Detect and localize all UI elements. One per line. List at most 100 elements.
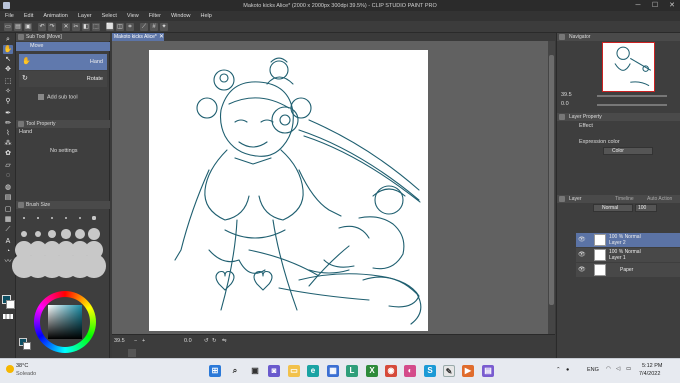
menu-filter[interactable]: Filter xyxy=(144,13,166,19)
operation-tool-icon[interactable]: ↖ xyxy=(3,55,13,64)
app-l-icon[interactable]: L xyxy=(346,365,358,377)
menu-file[interactable]: File xyxy=(0,13,19,19)
save-icon[interactable]: ▣ xyxy=(24,23,32,31)
navigator-angle-value[interactable]: 0.0 xyxy=(561,101,569,107)
blend-mode-dropdown[interactable]: Normal xyxy=(593,204,633,212)
subtool-rotate[interactable]: ↻ Rotate xyxy=(19,71,107,87)
ruler-tool-icon[interactable]: ⟋ xyxy=(3,225,13,234)
new-file-icon[interactable]: ▭ xyxy=(4,23,12,31)
color-sub-small[interactable] xyxy=(23,342,31,350)
selection-tool-icon[interactable]: ⬚ xyxy=(3,77,13,86)
volume-icon[interactable]: ◁ xyxy=(616,366,620,372)
airbrush-tool-icon[interactable]: ⁂ xyxy=(3,139,13,148)
blend-tool-icon[interactable]: ◌ xyxy=(3,171,13,180)
undo-icon[interactable]: ↶ xyxy=(38,23,46,31)
move-tool-icon[interactable]: ✋ xyxy=(3,45,13,54)
timeline-tab[interactable]: Timeline xyxy=(615,195,634,203)
vertical-scroll-thumb[interactable] xyxy=(549,55,554,305)
brush-size-preset[interactable] xyxy=(64,216,68,220)
color-wheel[interactable] xyxy=(34,291,96,353)
subtool-group-move[interactable]: Move xyxy=(16,42,110,51)
menu-window[interactable]: Window xyxy=(166,13,196,19)
expression-color-dropdown[interactable]: Color xyxy=(603,147,653,155)
fill-icon[interactable]: ◧ xyxy=(82,23,90,31)
invert-selection-icon[interactable]: ◫ xyxy=(116,23,124,31)
brush-size-preset[interactable] xyxy=(74,228,86,240)
redo-icon[interactable]: ↷ xyxy=(48,23,56,31)
photos-icon[interactable]: ◐ xyxy=(404,365,416,377)
rotate-right-icon[interactable]: ↻ xyxy=(212,338,217,344)
pencil-tool-icon[interactable]: ✏ xyxy=(3,119,13,128)
clear-icon[interactable]: ✕ xyxy=(62,23,70,31)
paint-icon[interactable]: ▤ xyxy=(482,365,494,377)
zoom-value[interactable]: 39.5 xyxy=(114,338,125,344)
gradient-tool-icon[interactable]: ▤ xyxy=(3,193,13,202)
auto-select-tool-icon[interactable]: ✧ xyxy=(3,87,13,96)
brush-size-preset[interactable] xyxy=(37,217,39,219)
clip-studio-icon[interactable]: ✎ xyxy=(443,365,455,377)
sub-color-chip[interactable] xyxy=(6,300,15,309)
store-icon[interactable]: ▦ xyxy=(327,365,339,377)
navigator-zoom-slider[interactable] xyxy=(597,95,667,97)
tray-chevron-icon[interactable]: ⌃ xyxy=(556,367,561,373)
rotate-left-icon[interactable]: ↺ xyxy=(204,338,209,344)
zoom-tool-icon[interactable]: ⌕ xyxy=(3,35,13,44)
brush-size-preset[interactable] xyxy=(21,231,27,237)
clock-time[interactable]: 5:12 PM xyxy=(642,363,662,369)
search-icon[interactable]: ⌕ xyxy=(229,365,241,377)
transform-icon[interactable]: ⬚ xyxy=(92,23,100,31)
brush-size-preset[interactable] xyxy=(34,230,42,238)
snap-grid-icon[interactable]: # xyxy=(150,23,158,31)
decoration-tool-icon[interactable]: ✿ xyxy=(3,149,13,158)
menu-select[interactable]: Select xyxy=(97,13,122,19)
saturation-value-square[interactable] xyxy=(48,305,82,339)
brush-size-preset[interactable] xyxy=(61,229,71,239)
visibility-eye-icon[interactable]: 👁 xyxy=(578,236,586,243)
chrome-icon[interactable]: ◉ xyxy=(385,365,397,377)
visibility-eye-icon[interactable]: 👁 xyxy=(578,251,586,258)
layer-row[interactable]: 👁 100 % Normal Layer 1 xyxy=(576,248,680,262)
menu-view[interactable]: View xyxy=(122,13,144,19)
menu-help[interactable]: Help xyxy=(196,13,217,19)
menu-edit[interactable]: Edit xyxy=(19,13,38,19)
brush-tool-icon[interactable]: ⌇ xyxy=(3,129,13,138)
add-subtool-button[interactable]: Add sub tool xyxy=(38,94,78,100)
cut-icon[interactable]: ✂ xyxy=(72,23,80,31)
skype-icon[interactable]: S xyxy=(424,365,436,377)
snap-ruler-icon[interactable]: ⟋ xyxy=(140,23,148,31)
move-layer-tool-icon[interactable]: ✥ xyxy=(3,65,13,74)
weather-icon[interactable] xyxy=(6,365,14,373)
navigator-angle-slider[interactable] xyxy=(597,104,667,106)
brush-size-preset[interactable] xyxy=(87,227,101,241)
battery-icon[interactable]: ▭ xyxy=(626,366,631,372)
subtool-hand[interactable]: ✋ Hand xyxy=(19,54,107,70)
maximize-button[interactable]: ☐ xyxy=(647,0,663,11)
start-icon[interactable]: ⊞ xyxy=(209,365,221,377)
tray-app-icon[interactable]: ● xyxy=(566,367,569,373)
visibility-eye-icon[interactable]: 👁 xyxy=(578,266,586,273)
document-tab-close-icon[interactable]: ✕ xyxy=(159,33,165,41)
fill-tool-icon[interactable]: ◍ xyxy=(3,183,13,192)
auto-action-tab[interactable]: Auto Action xyxy=(647,195,672,203)
clock-date[interactable]: 7/4/2022 xyxy=(639,371,660,377)
snap-special-icon[interactable]: ✦ xyxy=(160,23,168,31)
layer-row[interactable]: 👁 Paper xyxy=(576,263,680,277)
eyedropper-tool-icon[interactable]: ⚲ xyxy=(3,97,13,106)
weather-temp[interactable]: 38°C xyxy=(16,363,28,369)
zoom-in-icon[interactable]: + xyxy=(142,338,145,344)
opacity-field[interactable]: 100 xyxy=(635,204,657,212)
frame-tool-icon[interactable]: ▦ xyxy=(3,215,13,224)
open-icon[interactable]: ▤ xyxy=(14,23,22,31)
brush-size-preset[interactable] xyxy=(92,216,96,220)
zoom-out-icon[interactable]: − xyxy=(134,338,137,344)
balloon-tool-icon[interactable]: ◔ xyxy=(3,247,13,256)
brush-size-preset[interactable] xyxy=(78,216,82,220)
menu-layer[interactable]: Layer xyxy=(73,13,97,19)
canvas-paper[interactable] xyxy=(149,50,428,331)
navigator-thumbnail[interactable] xyxy=(602,42,655,92)
navigator-zoom-value[interactable]: 39.5 xyxy=(561,92,572,98)
brush-size-preset[interactable] xyxy=(48,230,56,238)
brush-size-preset[interactable] xyxy=(82,254,106,278)
brush-size-preset[interactable] xyxy=(23,217,25,219)
layer-row[interactable]: 👁 100 % Normal Layer 2 xyxy=(576,233,680,247)
